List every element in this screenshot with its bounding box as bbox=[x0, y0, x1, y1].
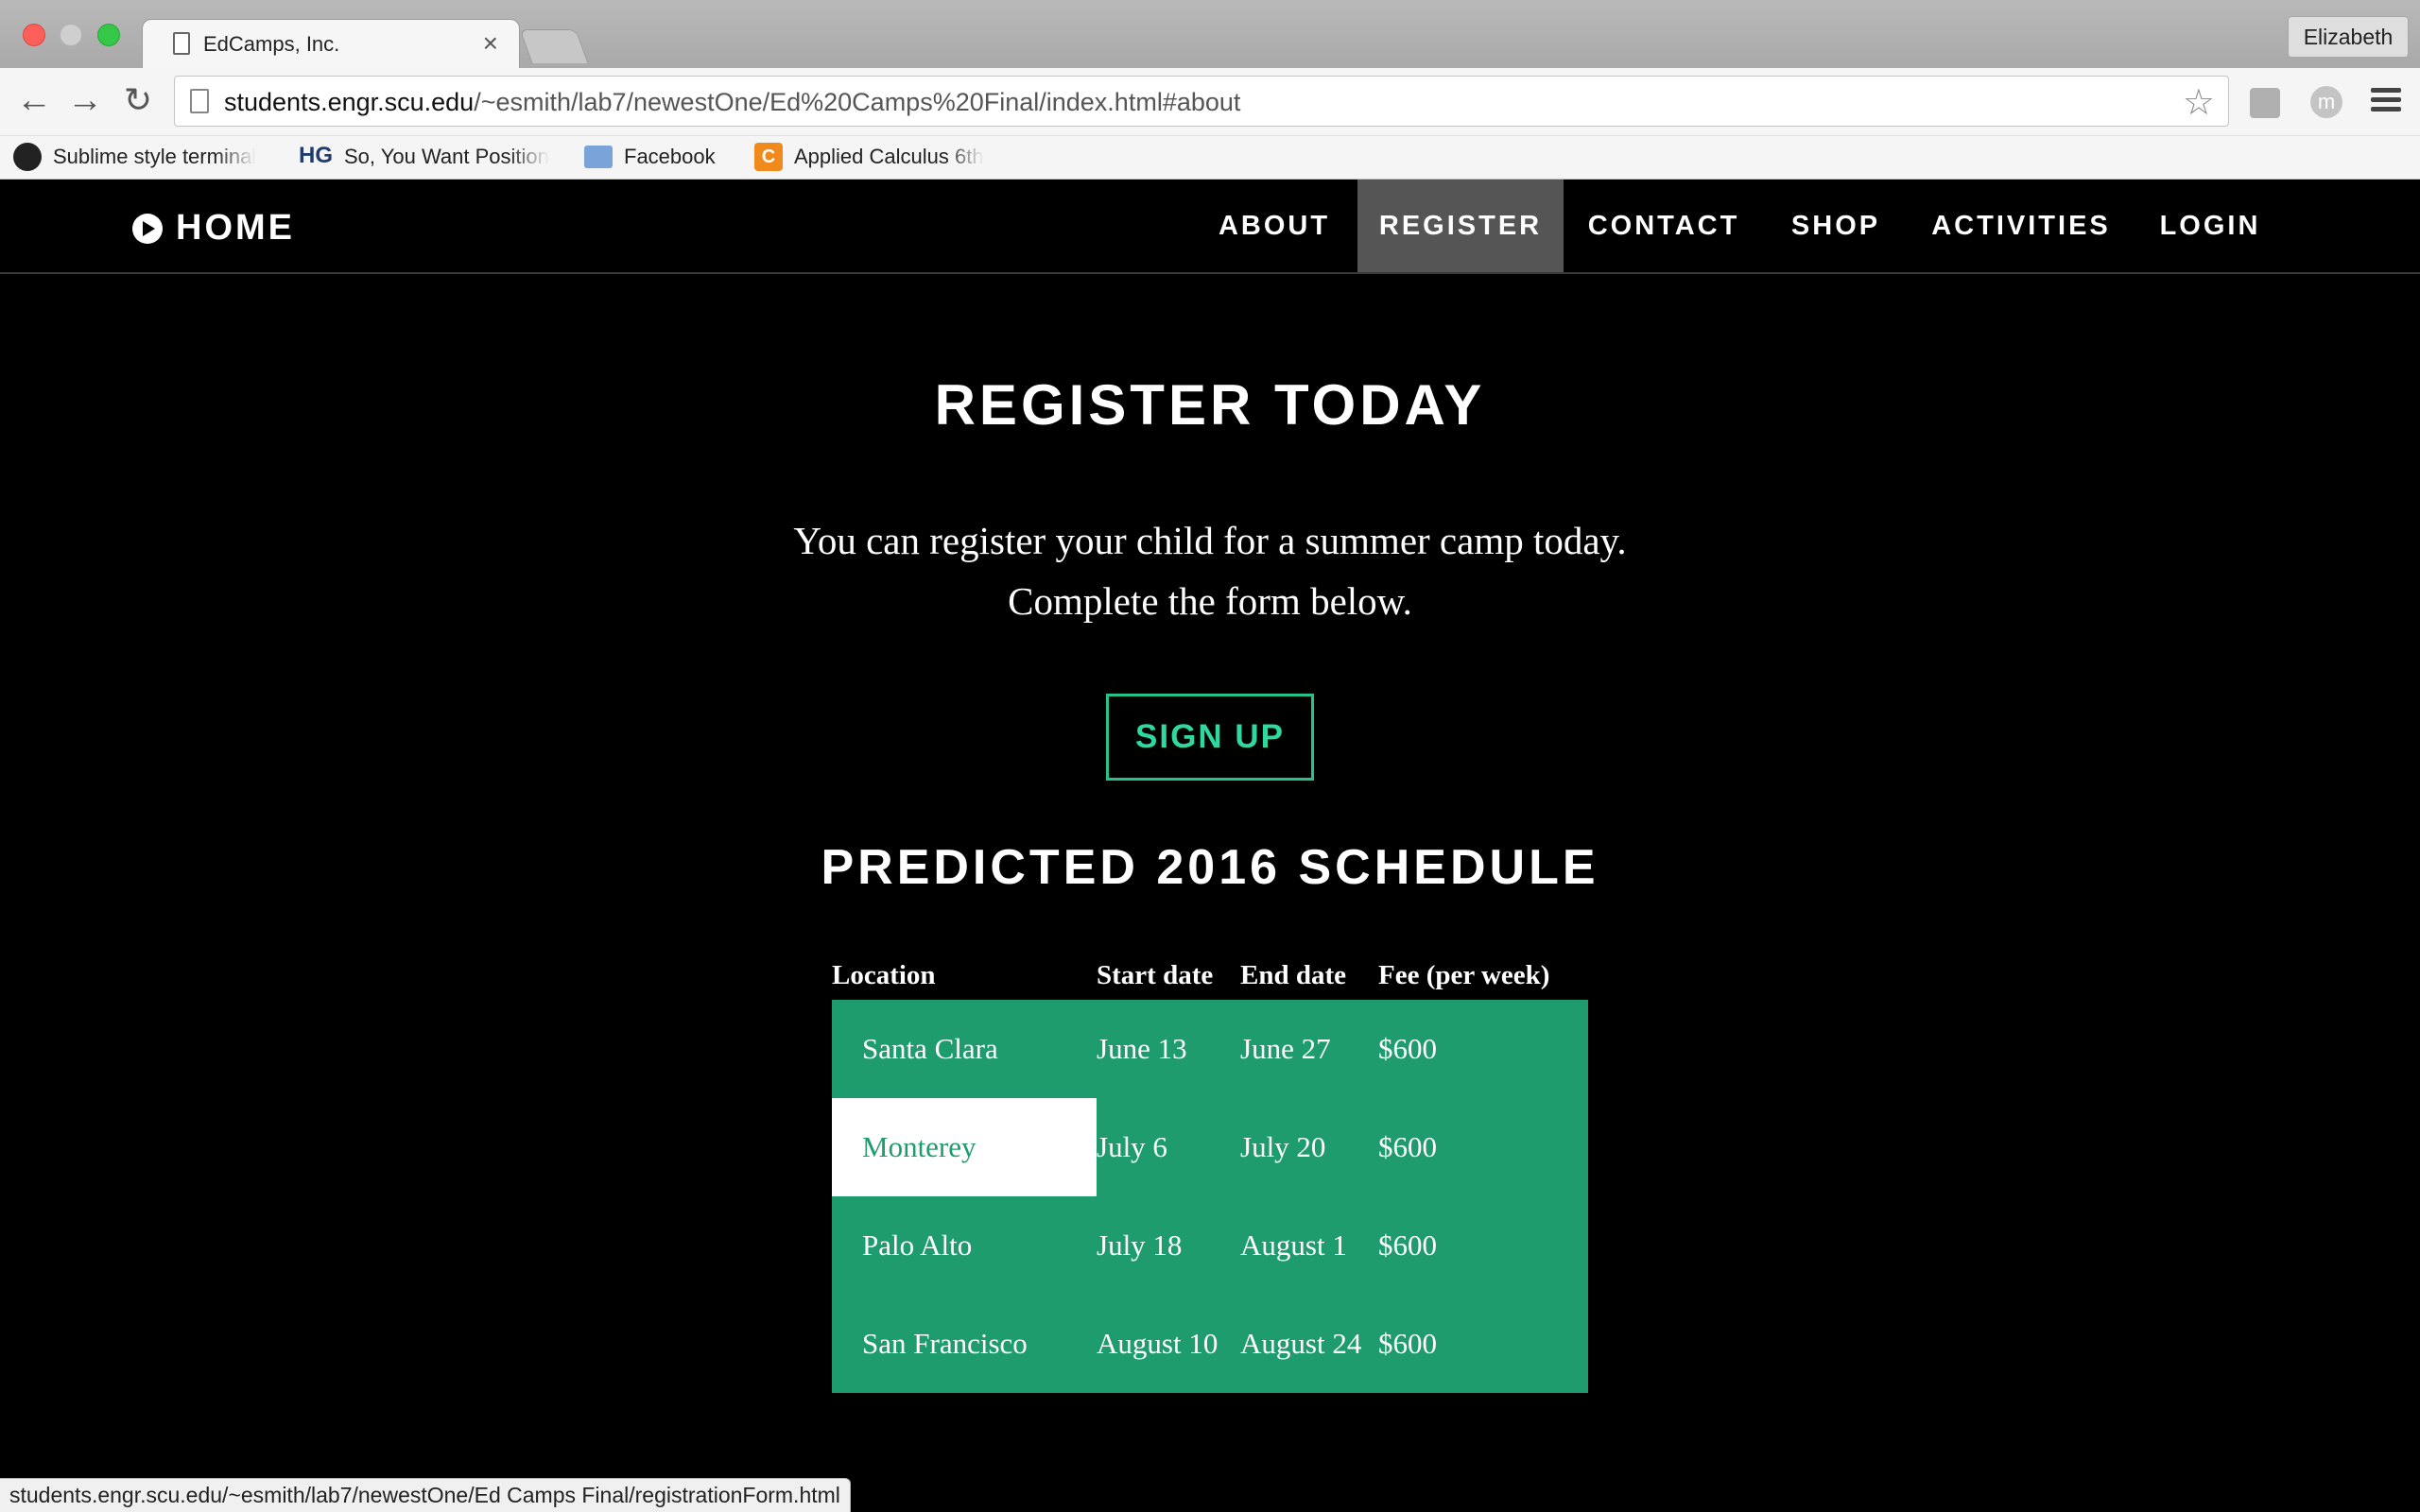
table-body: Santa Clara June 13 June 27 $600 Montere… bbox=[832, 1000, 1588, 1393]
extension-m-icon[interactable]: m bbox=[2310, 86, 2342, 118]
cell-start-date: July 18 bbox=[1097, 1228, 1183, 1262]
browser-tab[interactable]: EdCamps, Inc. × bbox=[142, 19, 520, 68]
cell-fee: $600 bbox=[1378, 1228, 1437, 1262]
schedule-table: Location Start date End date Fee (per we… bbox=[832, 960, 1588, 1393]
nav-about[interactable]: ABOUT bbox=[1193, 180, 1356, 272]
nav-shop[interactable]: SHOP bbox=[1764, 180, 1908, 272]
cell-end-date: August 24 bbox=[1240, 1327, 1362, 1360]
browser-chrome: EdCamps, Inc. × Elizabeth ← → ↻ students… bbox=[0, 0, 2420, 180]
hg-icon: HG bbox=[299, 143, 333, 168]
maximize-window-button[interactable] bbox=[97, 24, 120, 46]
site-navbar: HOME ABOUT REGISTER CONTACT SHOP ACTIVIT… bbox=[0, 180, 2420, 274]
bookmark-label: So, You Want Position bbox=[344, 145, 549, 168]
nav-contact[interactable]: CONTACT bbox=[1564, 180, 1764, 272]
c-icon: C bbox=[754, 143, 783, 171]
header-location: Location bbox=[832, 960, 936, 990]
cell-end-date: July 20 bbox=[1240, 1130, 1326, 1163]
table-header: Location Start date End date Fee (per we… bbox=[832, 960, 1588, 1000]
location-cell[interactable]: Palo Alto bbox=[832, 1196, 1097, 1295]
profile-button[interactable]: Elizabeth bbox=[2288, 16, 2409, 58]
bookmarks-bar: Sublime style terminal HG So, You Want P… bbox=[0, 136, 2420, 180]
bookmark-label: Sublime style terminal bbox=[53, 145, 257, 168]
cell-end-date: June 27 bbox=[1240, 1032, 1331, 1065]
header-start-date: Start date bbox=[1097, 960, 1214, 990]
bookmark-item[interactable]: C Applied Calculus 6th bbox=[754, 140, 1010, 174]
cell-location: San Francisco bbox=[862, 1327, 1028, 1360]
cell-location: Santa Clara bbox=[862, 1032, 998, 1065]
bookmark-item[interactable]: HG So, You Want Position bbox=[299, 140, 556, 174]
title-bar: EdCamps, Inc. × Elizabeth bbox=[0, 0, 2420, 68]
hamburger-menu-icon[interactable] bbox=[2371, 83, 2401, 121]
minimize-window-button[interactable] bbox=[60, 24, 82, 46]
url-text[interactable]: students.engr.scu.edu/~esmith/lab7/newes… bbox=[224, 88, 1240, 117]
nav-activities[interactable]: ACTIVITIES bbox=[1908, 180, 2135, 272]
reload-icon[interactable]: ↻ bbox=[115, 77, 161, 123]
intro-line: Complete the form below. bbox=[1008, 579, 1412, 623]
home-label: HOME bbox=[176, 208, 295, 248]
schedule-title: PREDICTED 2016 SCHEDULE bbox=[821, 840, 1599, 895]
cell-start-date: August 10 bbox=[1097, 1327, 1219, 1360]
cell-start-date: July 6 bbox=[1097, 1130, 1167, 1163]
page-icon bbox=[190, 89, 209, 113]
extension-icon[interactable] bbox=[2250, 88, 2280, 118]
url-host: students.engr.scu.edu bbox=[224, 88, 475, 116]
cell-fee: $600 bbox=[1378, 1327, 1437, 1360]
new-tab-button[interactable] bbox=[519, 29, 589, 63]
bookmark-item[interactable]: Sublime style terminal bbox=[13, 140, 278, 174]
table-row[interactable]: Monterey July 6 July 20 $600 bbox=[832, 1098, 1588, 1196]
back-arrow-icon[interactable]: ← bbox=[11, 77, 57, 123]
location-cell[interactable]: Santa Clara bbox=[832, 1000, 1097, 1098]
address-bar[interactable]: students.engr.scu.edu/~esmith/lab7/newes… bbox=[174, 76, 2229, 127]
nav-register[interactable]: REGISTER bbox=[1357, 180, 1564, 272]
home-link[interactable]: HOME bbox=[132, 208, 295, 249]
cell-location: Palo Alto bbox=[862, 1228, 973, 1262]
folder-icon bbox=[584, 146, 613, 168]
close-window-button[interactable] bbox=[23, 24, 45, 46]
page-title: REGISTER TODAY bbox=[934, 373, 1486, 437]
bookmark-label: Applied Calculus 6th bbox=[794, 145, 984, 168]
url-path: /~esmith/lab7/newestOne/Ed%20Camps%20Fin… bbox=[474, 88, 1241, 116]
cell-fee: $600 bbox=[1378, 1032, 1437, 1065]
status-bar-url: students.engr.scu.edu/~esmith/lab7/newes… bbox=[0, 1478, 851, 1512]
cell-end-date: August 1 bbox=[1240, 1228, 1347, 1262]
nav-login[interactable]: LOGIN bbox=[2135, 180, 2286, 272]
browser-toolbar: ← → ↻ students.engr.scu.edu/~esmith/lab7… bbox=[0, 68, 2420, 136]
bookmark-star-icon[interactable]: ☆ bbox=[2183, 81, 2215, 124]
location-cell[interactable]: San Francisco bbox=[832, 1295, 1097, 1393]
bookmark-folder[interactable]: Facebook bbox=[584, 140, 735, 174]
table-row[interactable]: Santa Clara June 13 June 27 $600 bbox=[832, 1000, 1588, 1098]
cell-location: Monterey bbox=[862, 1130, 977, 1163]
header-fee: Fee (per week) bbox=[1378, 960, 1550, 990]
cell-start-date: June 13 bbox=[1097, 1032, 1187, 1065]
table-row[interactable]: Palo Alto July 18 August 1 $600 bbox=[832, 1196, 1588, 1295]
play-circle-icon bbox=[132, 213, 163, 244]
table-row[interactable]: San Francisco August 10 August 24 $600 bbox=[832, 1295, 1588, 1393]
cell-fee: $600 bbox=[1378, 1130, 1437, 1163]
location-cell-hovered[interactable]: Monterey bbox=[832, 1098, 1097, 1196]
intro-text: You can register your child for a summer… bbox=[0, 510, 2420, 631]
intro-line: You can register your child for a summer… bbox=[793, 519, 1627, 562]
github-icon bbox=[13, 143, 42, 171]
header-end-date: End date bbox=[1240, 960, 1347, 990]
page-icon bbox=[173, 32, 190, 55]
forward-arrow-icon[interactable]: → bbox=[62, 77, 108, 123]
bookmark-label: Facebook bbox=[624, 145, 716, 168]
tab-close-icon[interactable]: × bbox=[483, 28, 498, 59]
tab-title: EdCamps, Inc. bbox=[203, 32, 340, 56]
sign-up-button[interactable]: SIGN UP bbox=[1106, 694, 1314, 781]
